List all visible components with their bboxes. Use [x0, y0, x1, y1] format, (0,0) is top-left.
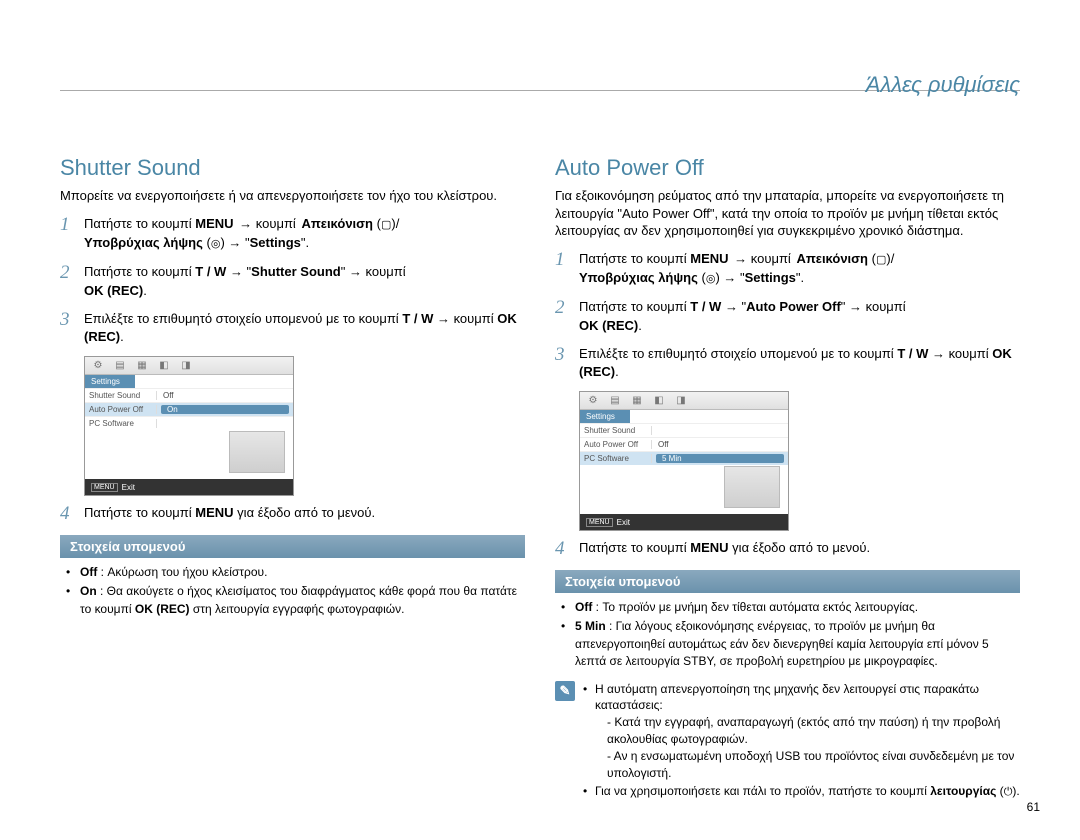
shutter-sound-intro: Μπορείτε να ενεργοποιήσετε ή να απενεργο… — [60, 187, 525, 205]
note-icon: ✎ — [555, 681, 575, 701]
right-column: Auto Power Off Για εξοικονόμηση ρεύματος… — [555, 155, 1020, 804]
left-screenshot: ⚙▤▦◧◨ Settings Shutter SoundOff Auto Pow… — [84, 356, 294, 496]
right-step-3: Επιλέξτε το επιθυμητό στοιχείο υπομενού … — [579, 345, 1020, 381]
left-submenu-list: Off : Ακύρωση του ήχου κλείστρου. On : Θ… — [60, 564, 525, 618]
right-screenshot: ⚙▤▦◧◨ Settings Shutter Sound Auto Power … — [579, 391, 789, 531]
left-step-1: Πατήστε το κουμπί MENU → κουμπί Απεικόνι… — [84, 215, 525, 254]
right-step-4: Πατήστε το κουμπί MENU για έξοδο από το … — [579, 539, 1020, 560]
shutter-sound-heading: Shutter Sound — [60, 155, 525, 181]
auto-power-off-heading: Auto Power Off — [555, 155, 1020, 181]
note-box: ✎ Η αυτόματη απενεργοποίηση της μηχανής … — [555, 681, 1020, 804]
page-number: 61 — [1027, 800, 1040, 814]
view-icon: ▢ — [381, 219, 391, 234]
left-column: Shutter Sound Μπορείτε να ενεργοποιήσετε… — [60, 155, 525, 804]
left-step-2: Πατήστε το κουμπί T / W → "Shutter Sound… — [84, 263, 525, 299]
left-step-4: Πατήστε το κουμπί MENU για έξοδο από το … — [84, 504, 525, 525]
left-step-3: Επιλέξτε το επιθυμητό στοιχείο υπομενού … — [84, 310, 525, 346]
view-icon: ▢ — [876, 254, 886, 269]
right-submenu-list: Off : Το προϊόν με μνήμη δεν τίθεται αυτ… — [555, 599, 1020, 671]
page-title: Άλλες ρυθμίσεις — [866, 72, 1020, 98]
left-submenu-header: Στοιχεία υπομενoύ — [60, 535, 525, 558]
right-step-1: Πατήστε το κουμπί MENU → κουμπί Απεικόνι… — [579, 250, 1020, 289]
underwater-icon: ◎ — [706, 273, 716, 288]
underwater-icon: ◎ — [211, 238, 221, 253]
auto-power-off-intro: Για εξοικονόμηση ρεύματος από την μπαταρ… — [555, 187, 1020, 240]
right-submenu-header: Στοιχεία υπομενoύ — [555, 570, 1020, 593]
right-step-2: Πατήστε το κουμπί T / W → "Auto Power Of… — [579, 298, 1020, 334]
